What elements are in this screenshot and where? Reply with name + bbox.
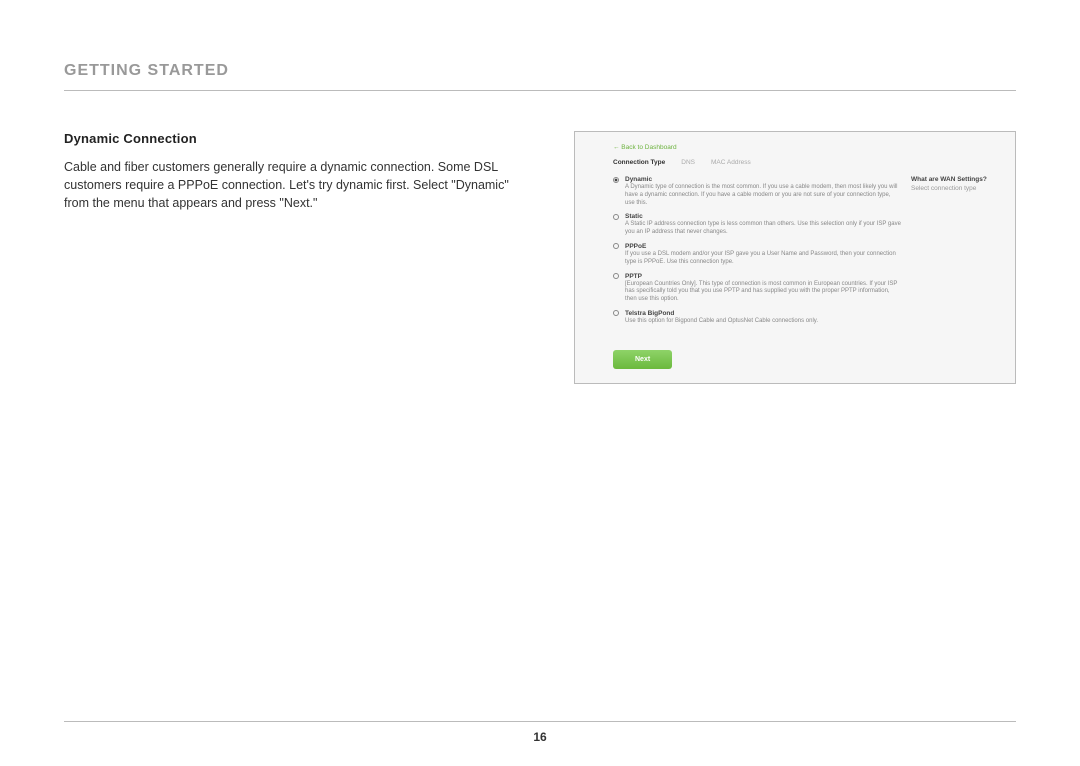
radio-telstra-icon[interactable] — [613, 310, 619, 316]
columns: Dynamic Connection Cable and fiber custo… — [64, 131, 1016, 384]
sidebar-title: What are WAN Settings? — [911, 176, 1001, 183]
option-pptp-desc: [European Countries Only]. This type of … — [625, 281, 901, 304]
tabs: Connection Type DNS MAC Address — [613, 159, 1001, 166]
tab-connection-type[interactable]: Connection Type — [613, 159, 665, 166]
option-dynamic-label: Dynamic — [625, 176, 652, 183]
option-static-desc: A Static IP address connection type is l… — [625, 221, 901, 237]
divider-bottom — [64, 721, 1016, 722]
next-button[interactable]: Next — [613, 350, 672, 369]
option-pptp-label: PPTP — [625, 273, 642, 280]
option-static[interactable]: Static A Static IP address connection ty… — [613, 213, 901, 237]
panel-inner: Dynamic A Dynamic type of connection is … — [589, 176, 1001, 332]
option-pptp[interactable]: PPTP [European Countries Only]. This typ… — [613, 273, 901, 304]
option-telstra-label: Telstra BigPond — [625, 310, 674, 317]
body-text: Cable and fiber customers generally requ… — [64, 158, 534, 212]
radio-dynamic-icon[interactable] — [613, 177, 619, 183]
left-column: Dynamic Connection Cable and fiber custo… — [64, 131, 534, 384]
page-number: 16 — [0, 730, 1080, 744]
radio-static-icon[interactable] — [613, 214, 619, 220]
connection-options: Dynamic A Dynamic type of connection is … — [613, 176, 901, 332]
radio-pptp-icon[interactable] — [613, 273, 619, 279]
option-pppoe-desc: If you use a DSL modem and/or your ISP g… — [625, 251, 901, 267]
right-column: ← Back to Dashboard Connection Type DNS … — [574, 131, 1016, 384]
tab-dns[interactable]: DNS — [681, 159, 695, 166]
screenshot-panel: ← Back to Dashboard Connection Type DNS … — [574, 131, 1016, 384]
radio-pppoe-icon[interactable] — [613, 243, 619, 249]
option-dynamic-desc: A Dynamic type of connection is the most… — [625, 184, 901, 207]
option-pppoe-label: PPPoE — [625, 243, 646, 250]
option-pppoe[interactable]: PPPoE If you use a DSL modem and/or your… — [613, 243, 901, 267]
option-dynamic[interactable]: Dynamic A Dynamic type of connection is … — [613, 176, 901, 207]
option-telstra-desc: Use this option for Bigpond Cable and Op… — [625, 318, 901, 326]
tab-mac-address[interactable]: MAC Address — [711, 159, 751, 166]
option-static-label: Static — [625, 213, 643, 220]
option-telstra[interactable]: Telstra BigPond Use this option for Bigp… — [613, 310, 901, 326]
divider-top — [64, 90, 1016, 91]
section-title: GETTING STARTED — [64, 62, 1016, 80]
panel-sidebar: What are WAN Settings? Select connection… — [911, 176, 1001, 332]
sidebar-sub: Select connection type — [911, 185, 1001, 192]
subheading: Dynamic Connection — [64, 131, 534, 146]
back-to-dashboard-link[interactable]: ← Back to Dashboard — [613, 144, 1001, 151]
